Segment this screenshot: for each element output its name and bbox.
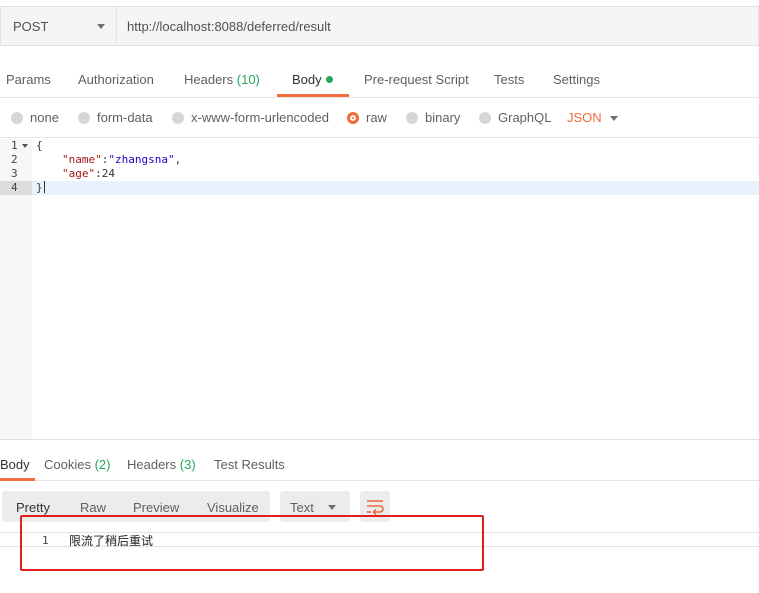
tab-headers[interactable]: Headers (10) (184, 72, 260, 87)
response-tab-body[interactable]: Body (0, 457, 30, 472)
response-headers-count: (3) (179, 457, 196, 472)
chevron-down-icon (97, 24, 105, 29)
pane-divider[interactable] (0, 439, 759, 440)
code-text: } (36, 181, 45, 194)
response-tab-cookies[interactable]: Cookies (2) (44, 457, 110, 472)
radio-circle-icon (172, 111, 184, 124)
tab-pre-request-script[interactable]: Pre-request Script (364, 72, 469, 87)
radio-circle-icon (11, 111, 23, 124)
active-tab-indicator (277, 94, 349, 97)
response-tabs: Body Cookies (2) Headers (3) Test Result… (0, 447, 759, 481)
editor-line: 2 "name":"zhangsna", (0, 153, 759, 167)
method-select[interactable]: POST (0, 6, 116, 46)
tab-tests[interactable]: Tests (494, 72, 524, 87)
url-input[interactable]: http://localhost:8088/deferred/result (116, 6, 759, 46)
radio-form-data[interactable]: form-data (78, 110, 153, 125)
line-number: 4 (0, 181, 32, 195)
fold-caret-icon[interactable] (22, 144, 28, 148)
view-raw-button[interactable]: Raw (80, 500, 106, 515)
radio-circle-icon (479, 111, 491, 124)
cookies-count: (2) (94, 457, 111, 472)
body-format-select[interactable]: JSON (567, 110, 602, 125)
view-visualize-button[interactable]: Visualize (207, 500, 259, 515)
request-url-bar: POST http://localhost:8088/deferred/resu… (0, 6, 759, 46)
url-text: http://localhost:8088/deferred/result (127, 18, 331, 34)
response-tab-test-results[interactable]: Test Results (214, 457, 285, 472)
radio-circle-icon (78, 111, 90, 124)
editor-line: 1 { (0, 139, 759, 153)
editor-line-current: 4 } (0, 181, 759, 195)
line-number: 2 (11, 153, 18, 166)
radio-graphql[interactable]: GraphQL (479, 110, 551, 125)
tab-params[interactable]: Params (6, 72, 51, 87)
response-tab-headers[interactable]: Headers (3) (127, 457, 196, 472)
code-text: { (36, 139, 43, 152)
method-label: POST (13, 18, 49, 34)
code-text: "age":24 (62, 167, 115, 180)
code-text: "name":"zhangsna", (62, 153, 182, 166)
highlight-annotation-box (20, 515, 484, 571)
radio-raw[interactable]: raw (347, 110, 387, 125)
request-body-editor[interactable]: 1 { 2 "name":"zhangsna", 3 "age":24 4 } (0, 139, 759, 439)
radio-circle-icon (406, 111, 418, 124)
active-response-tab-indicator (0, 478, 35, 481)
green-dot-icon (325, 76, 333, 83)
editor-line: 3 "age":24 (0, 167, 759, 181)
radio-x-www-form-urlencoded[interactable]: x-www-form-urlencoded (172, 110, 329, 125)
request-tabs: Params Authorization Headers (10) Body P… (0, 62, 759, 98)
radio-selected-icon (347, 111, 359, 124)
chevron-down-icon (328, 505, 336, 510)
line-number: 3 (11, 167, 18, 180)
chevron-down-icon[interactable] (610, 116, 618, 121)
body-type-selector: none form-data x-www-form-urlencoded raw… (0, 100, 759, 138)
tab-authorization[interactable]: Authorization (78, 72, 154, 87)
view-pretty-button[interactable]: Pretty (16, 500, 50, 515)
tab-settings[interactable]: Settings (553, 72, 600, 87)
radio-none[interactable]: none (11, 110, 59, 125)
tab-body[interactable]: Body (292, 72, 333, 87)
headers-count: (10) (236, 72, 260, 87)
text-cursor (43, 181, 45, 193)
view-preview-button[interactable]: Preview (133, 500, 179, 515)
radio-binary[interactable]: binary (406, 110, 460, 125)
